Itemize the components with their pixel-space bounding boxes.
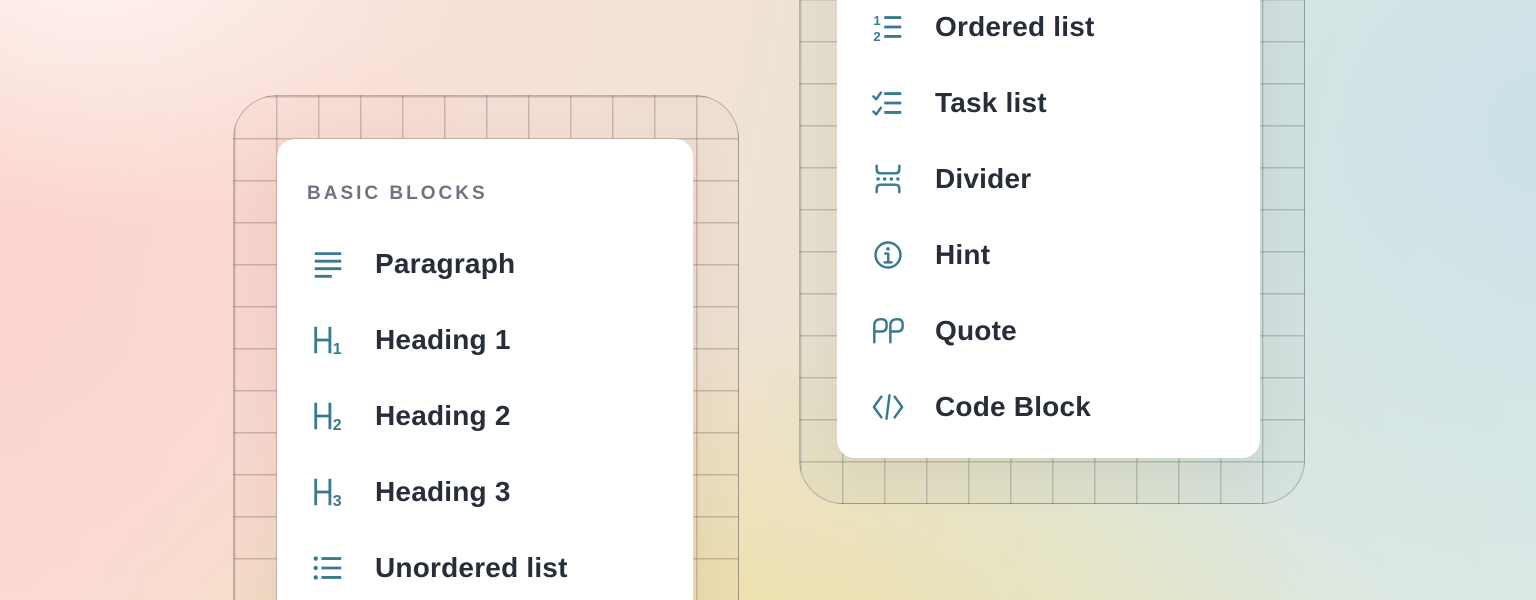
menu-item-task-list[interactable]: Task list [837,65,1260,141]
menu-item-paragraph[interactable]: Paragraph [277,226,693,302]
task-list-icon [871,85,905,121]
unordered-list-icon [311,550,345,586]
svg-text:3: 3 [333,492,342,510]
code-block-icon [871,389,905,425]
menu-item-unordered-list[interactable]: Unordered list [277,530,693,600]
section-label: BASIC BLOCKS [307,183,488,205]
basic-blocks-menu: Paragraph 1 Heading 1 2 [277,226,693,600]
menu-item-divider[interactable]: Divider [837,141,1260,217]
svg-text:1: 1 [333,340,342,358]
heading-3-icon: 3 [311,474,345,510]
menu-item-heading-3[interactable]: 3 Heading 3 [277,454,693,530]
blocks-menu-right: 1 2 Ordered list Task list [837,0,1260,445]
basic-blocks-panel: BASIC BLOCKS Paragraph 1 Heading 1 [277,139,693,600]
editor-block-menu-illustration: BASIC BLOCKS Paragraph 1 Heading 1 [0,0,1536,600]
hint-icon [871,237,905,273]
svg-text:2: 2 [873,29,880,44]
menu-item-label: Paragraph [375,248,515,280]
menu-item-label: Code Block [935,391,1091,423]
blocks-panel-right: 1 2 Ordered list Task list [837,0,1260,458]
svg-text:1: 1 [873,13,880,28]
menu-item-heading-2[interactable]: 2 Heading 2 [277,378,693,454]
menu-item-label: Heading 1 [375,324,511,356]
paragraph-icon [311,246,345,282]
menu-item-label: Task list [935,87,1047,119]
menu-item-label: Heading 3 [375,476,511,508]
menu-item-hint[interactable]: Hint [837,217,1260,293]
menu-item-code-block[interactable]: Code Block [837,369,1260,445]
heading-1-icon: 1 [311,322,345,358]
menu-item-ordered-list[interactable]: 1 2 Ordered list [837,0,1260,65]
svg-text:2: 2 [333,416,342,434]
menu-item-label: Divider [935,163,1031,195]
menu-item-label: Ordered list [935,11,1095,43]
menu-item-label: Hint [935,239,990,271]
menu-item-label: Quote [935,315,1017,347]
menu-item-quote[interactable]: Quote [837,293,1260,369]
menu-item-label: Heading 2 [375,400,511,432]
divider-icon [871,161,905,197]
menu-item-label: Unordered list [375,552,568,584]
menu-item-heading-1[interactable]: 1 Heading 1 [277,302,693,378]
quote-icon [871,313,905,349]
ordered-list-icon: 1 2 [871,9,905,45]
heading-2-icon: 2 [311,398,345,434]
